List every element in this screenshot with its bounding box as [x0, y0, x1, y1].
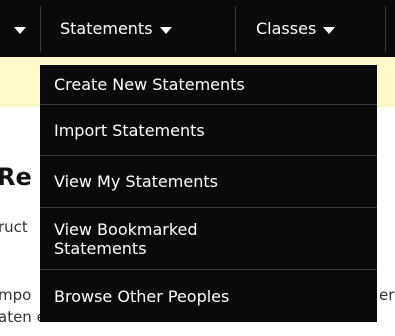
- menu-item-view-my-statements[interactable]: View My Statements: [40, 156, 377, 208]
- chevron-down-icon: [14, 26, 26, 34]
- nav-tab-classes[interactable]: Classes: [256, 0, 336, 57]
- body-text: mpo: [0, 286, 32, 304]
- menu-item-label: View My Statements: [54, 172, 218, 191]
- menu-item-browse-other-peoples[interactable]: Browse Other Peoples: [40, 270, 377, 322]
- body-text: er: [379, 286, 395, 304]
- menu-item-import-statements[interactable]: Import Statements: [40, 105, 377, 156]
- menu-item-label: Import Statements: [54, 120, 205, 140]
- nav-tab-label: Statements: [60, 19, 153, 38]
- chevron-down-icon: [323, 26, 336, 34]
- nav-divider: [235, 6, 236, 52]
- page-heading: Re: [0, 163, 32, 191]
- nav-tab-label: Classes: [256, 19, 317, 38]
- menu-item-view-bookmarked-statements[interactable]: View Bookmarked Statements: [40, 208, 377, 270]
- top-nav-bar: Statements Classes: [0, 0, 395, 57]
- menu-item-label: Create New Statements: [54, 75, 245, 94]
- menu-item-label: View Bookmarked Statements: [54, 219, 198, 258]
- nav-divider: [385, 6, 386, 52]
- nav-tab-statements[interactable]: Statements: [60, 0, 172, 57]
- body-text: ruct: [0, 218, 28, 236]
- nav-divider: [40, 6, 41, 52]
- menu-item-label: Browse Other Peoples: [54, 286, 230, 306]
- chevron-down-icon: [159, 26, 172, 34]
- nav-tab-collapsed[interactable]: [14, 0, 26, 57]
- statements-dropdown-menu: Create New Statements Import Statements …: [40, 65, 377, 322]
- menu-item-create-new-statements[interactable]: Create New Statements: [40, 65, 377, 105]
